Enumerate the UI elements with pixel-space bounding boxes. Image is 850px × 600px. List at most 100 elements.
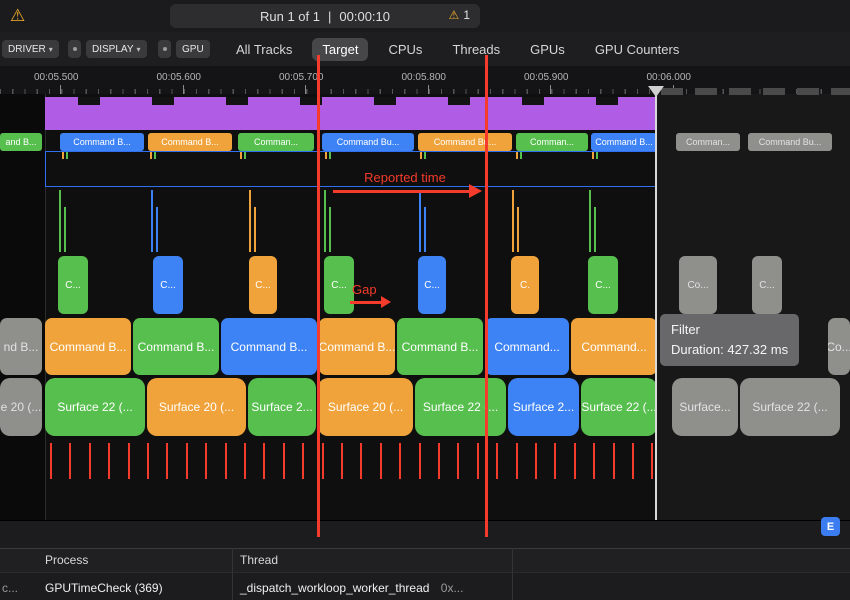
- reported-time-arrowhead-icon: [469, 184, 482, 198]
- encoder-block[interactable]: C.: [511, 256, 539, 314]
- surface-block[interactable]: Surface 2...: [508, 378, 579, 436]
- run-status-pill[interactable]: Run 1 of 1 | 00:00:10 ⚠ 1: [170, 4, 480, 28]
- display-extra-button[interactable]: [158, 40, 171, 58]
- column-header-process[interactable]: Process: [45, 553, 88, 567]
- encoder-block[interactable]: C...: [58, 256, 88, 314]
- command-buffer-segment[interactable]: Comman...: [238, 133, 314, 151]
- vsync-notch: [522, 97, 544, 105]
- thread-address: 0x...: [441, 581, 464, 595]
- ruler-label: 00:05.800: [402, 72, 447, 83]
- thread-cell[interactable]: _dispatch_workloop_worker_thread 0x...: [240, 581, 463, 595]
- ruler-major-tick: [183, 85, 184, 94]
- process-cell[interactable]: GPUTimeCheck (369): [45, 581, 163, 595]
- vsync-tick: [50, 443, 52, 479]
- command-buffer-segment[interactable]: Command B...: [591, 133, 657, 151]
- ruler-label: 00:05.600: [157, 72, 202, 83]
- command-buffer-segment[interactable]: Command Bu...: [418, 133, 512, 151]
- surface-block[interactable]: e 20 (...: [0, 378, 42, 436]
- command-buffer-block[interactable]: Command B...: [133, 318, 219, 375]
- command-buffer-segment[interactable]: Comman...: [516, 133, 588, 151]
- vsync-tick: [69, 443, 71, 479]
- warning-icon[interactable]: ⚠: [10, 5, 25, 27]
- command-buffer-block[interactable]: Command B...: [397, 318, 483, 375]
- surface-block[interactable]: Surface...: [672, 378, 738, 436]
- vsync-notch: [448, 97, 470, 105]
- playhead-line: [655, 88, 657, 520]
- surface-block[interactable]: Surface 20 (...: [318, 378, 413, 436]
- elapsed-time: 00:00:10: [339, 9, 390, 24]
- vsync-tick: [457, 443, 459, 479]
- encoder-block[interactable]: C...: [752, 256, 782, 314]
- tab-all-tracks[interactable]: All Tracks: [226, 38, 302, 61]
- surface-block[interactable]: Surface 22 (...: [740, 378, 840, 436]
- command-buffer-segment[interactable]: and B...: [0, 133, 42, 151]
- command-buffer-block[interactable]: Command B...: [221, 318, 317, 375]
- encoder-tick: [249, 190, 251, 252]
- encoder-block[interactable]: C...: [153, 256, 183, 314]
- display-dropdown[interactable]: DISPLAY ▾: [86, 40, 147, 58]
- dimmed-vsync-dashes: [661, 88, 850, 95]
- run-label: Run 1 of 1: [260, 9, 320, 24]
- pill-separator: |: [328, 9, 331, 24]
- encoder-tick: [329, 207, 331, 252]
- surface-block[interactable]: Surface 22 (...: [415, 378, 506, 436]
- encoder-tick: [156, 207, 158, 252]
- column-separator[interactable]: [512, 548, 513, 600]
- encoder-block[interactable]: Co...: [679, 256, 717, 314]
- chevron-down-icon: ▾: [49, 45, 53, 54]
- command-buffer-block[interactable]: nd B...: [0, 318, 42, 375]
- vsync-tick: [244, 443, 246, 479]
- tab-gpu-counters[interactable]: GPU Counters: [585, 38, 690, 61]
- ruler-label: 00:06.000: [647, 72, 692, 83]
- playhead-handle[interactable]: [648, 86, 664, 97]
- tab-target[interactable]: Target: [312, 38, 368, 61]
- command-buffer-segment[interactable]: Command Bu...: [322, 133, 414, 151]
- encoder-tick: [424, 207, 426, 252]
- warning-count-badge[interactable]: ⚠ 1: [449, 8, 470, 22]
- command-buffer-block[interactable]: Command...: [571, 318, 657, 375]
- tab-gpus[interactable]: GPUs: [520, 38, 575, 61]
- surface-block[interactable]: Surface 22 (...: [45, 378, 145, 436]
- command-buffer-segment[interactable]: Command B...: [60, 133, 144, 151]
- dot-icon: [73, 47, 77, 51]
- vsync-notch: [152, 97, 174, 105]
- encoder-tick: [419, 190, 421, 252]
- encoder-block[interactable]: C...: [588, 256, 618, 314]
- display-vsync-track[interactable]: [45, 97, 657, 130]
- ruler-label: 00:05.500: [34, 72, 79, 83]
- command-buffer-block[interactable]: Command B...: [319, 318, 395, 375]
- encoder-block[interactable]: C...: [249, 256, 277, 314]
- surface-block[interactable]: Surface 22 (...: [581, 378, 657, 436]
- command-buffer-segment[interactable]: Comman...: [676, 133, 740, 151]
- surface-block[interactable]: Surface 2...: [248, 378, 316, 436]
- timeline-tracks: and B...Command B...Command B...Comman..…: [0, 94, 850, 520]
- encoder-tick: [589, 190, 591, 252]
- gpu-button[interactable]: GPU: [176, 40, 210, 58]
- ruler-label: 00:05.900: [524, 72, 569, 83]
- command-buffer-block[interactable]: Command B...: [45, 318, 131, 375]
- tab-threads[interactable]: Threads: [442, 38, 510, 61]
- column-separator[interactable]: [232, 548, 233, 600]
- driver-dropdown[interactable]: DRIVER ▾: [2, 40, 59, 58]
- vsync-tick: [535, 443, 537, 479]
- encoder-block[interactable]: C...: [324, 256, 354, 314]
- annotation-line-right: [485, 55, 488, 537]
- driver-extra-button[interactable]: [68, 40, 81, 58]
- encoder-block[interactable]: C...: [418, 256, 446, 314]
- vsync-tick: [166, 443, 168, 479]
- vsync-tick: [186, 443, 188, 479]
- instruments-window: ⚠ Run 1 of 1 | 00:00:10 ⚠ 1 DRIVER ▾ DIS…: [0, 0, 850, 600]
- tab-cpus[interactable]: CPUs: [378, 38, 432, 61]
- column-header-thread[interactable]: Thread: [240, 553, 278, 567]
- ruler-major-tick: [550, 85, 551, 94]
- command-buffer-block[interactable]: Command...: [485, 318, 569, 375]
- command-buffer-block[interactable]: Co...: [828, 318, 850, 375]
- surface-block[interactable]: Surface 20 (...: [147, 378, 246, 436]
- command-buffer-segment[interactable]: Command B...: [148, 133, 232, 151]
- vsync-tick: [593, 443, 595, 479]
- command-buffer-segment[interactable]: Command Bu...: [748, 133, 832, 151]
- thread-name: _dispatch_workloop_worker_thread: [240, 581, 429, 595]
- tooltip-title: Filter: [671, 320, 788, 340]
- e-badge[interactable]: E: [821, 517, 840, 536]
- detail-panel: Process Thread c... GPUTimeCheck (369) _…: [0, 520, 850, 600]
